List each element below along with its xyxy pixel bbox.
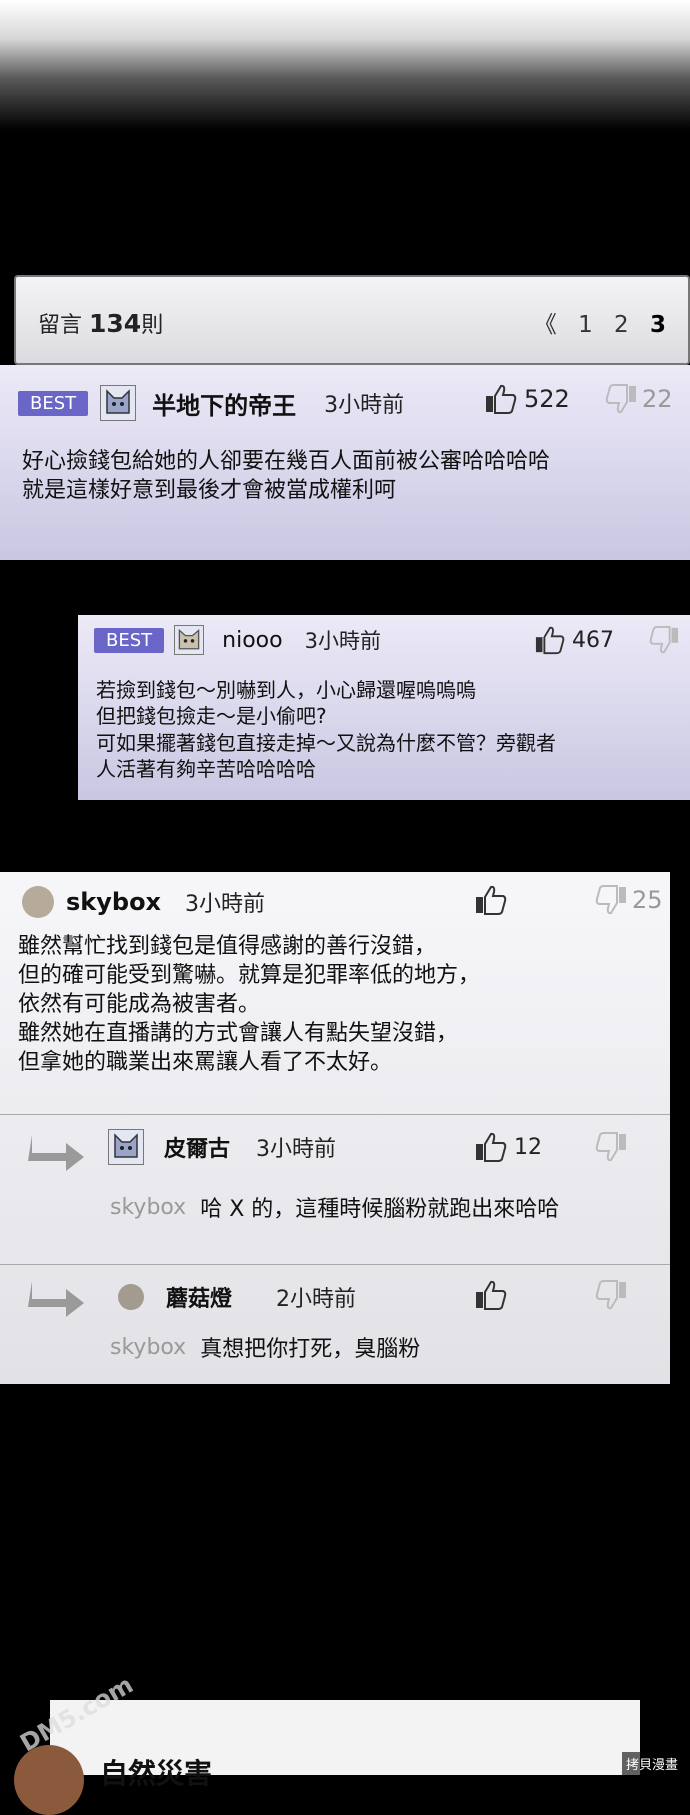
user-avatar [22,886,54,918]
reply-arrow-icon [28,1133,86,1177]
thumbs-down-icon[interactable] [648,625,680,655]
comment-header: 留言 134則 《 1 2 3 [14,275,690,365]
comment-time: 3小時前 [324,393,405,418]
thumbs-up-icon[interactable] [484,383,518,415]
thumbs-up-icon[interactable] [534,625,566,655]
thumbs-down-icon[interactable] [594,884,628,916]
comment-3: skybox 3小時前 25 雖然幫忙找到錢包是值得感謝的善行沒錯， 但的確可能… [0,872,670,1384]
comment-body: 若撿到錢包～別嚇到人，小心歸還喔嗚嗚嗚 但把錢包撿走～是小偷吧? 可如果擺著錢包… [96,678,556,782]
next-panel-avatar [14,1745,84,1815]
best-badge: BEST [94,627,165,653]
page-2-link[interactable]: 2 [614,312,629,338]
reply-arrow-icon [28,1279,86,1323]
cat-avatar-icon [108,1129,144,1165]
comment-author[interactable]: skybox [66,888,161,916]
reply-to-user[interactable]: skybox [110,1335,186,1360]
comment-body: 雖然幫忙找到錢包是值得感謝的善行沒錯， 但的確可能受到驚嚇。就算是犯罪率低的地方… [18,934,481,1076]
reply-to-user[interactable]: skybox [110,1195,186,1220]
page-1-link[interactable]: 1 [578,312,593,338]
reply-author[interactable]: 蘑菇燈 [166,1281,232,1313]
dislike-count: 22 [642,385,673,413]
page-3-link[interactable]: 3 [650,312,666,338]
like-count: 12 [514,1134,542,1160]
dislike-count: 25 [632,886,663,914]
comment-count: 留言 134則 [38,307,163,339]
comment-author[interactable]: niooo [222,628,282,653]
user-avatar [118,1284,144,1310]
reply-time: 3小時前 [256,1137,337,1162]
comment-count-suffix: 則 [141,313,164,338]
thumbs-up-icon[interactable] [474,1131,508,1163]
reply-1: 皮爾古 3小時前 12 skybox 哈 X 的，這種時候腦粉就跑出來哈哈 [0,1114,670,1254]
reply-body: 哈 X 的，這種時候腦粉就跑出來哈哈 [200,1197,560,1222]
comment-time: 3小時前 [304,629,381,653]
cat-avatar-icon [100,385,137,421]
watermark-right: 拷貝漫畫 [621,1752,682,1775]
thumbs-up-icon[interactable] [474,884,508,916]
thumbs-up-icon[interactable] [474,1279,508,1311]
thumbs-down-icon[interactable] [594,1131,628,1163]
reply-time: 2小時前 [276,1287,357,1312]
like-count: 522 [524,385,570,413]
reply-2: 蘑菇燈 2小時前 skybox 真想把你打死，臭腦粉 [0,1264,670,1384]
comment-best-2: BEST niooo 3小時前 467 若撿到錢包～別嚇到人，小心歸還喔嗚嗚嗚 … [78,615,690,800]
comment-count-prefix: 留言 [38,313,83,338]
top-fade [0,0,690,130]
next-panel-title: 自然災害 [100,1757,213,1790]
reply-author[interactable]: 皮爾古 [164,1131,230,1163]
like-count: 467 [572,627,614,653]
comment-time: 3小時前 [185,892,266,917]
cat-avatar-icon [174,625,205,655]
best-badge: BEST [18,390,89,416]
reply-body: 真想把你打死，臭腦粉 [200,1337,421,1362]
thumbs-down-icon[interactable] [604,383,638,415]
pager-prev-button[interactable]: 《 [534,312,557,338]
pagination: 《 1 2 3 [520,305,666,339]
thumbs-down-icon[interactable] [594,1279,628,1311]
comment-best-1: BEST 半地下的帝王 3小時前 522 22 好心撿錢包給她的人卻要在幾百人面… [0,365,690,560]
comment-body: 好心撿錢包給她的人卻要在幾百人面前被公審哈哈哈哈 就是這樣好意到最後才會被當成權… [22,449,551,504]
comment-count-number: 134 [89,309,142,338]
comment-author[interactable]: 半地下的帝王 [152,386,296,421]
